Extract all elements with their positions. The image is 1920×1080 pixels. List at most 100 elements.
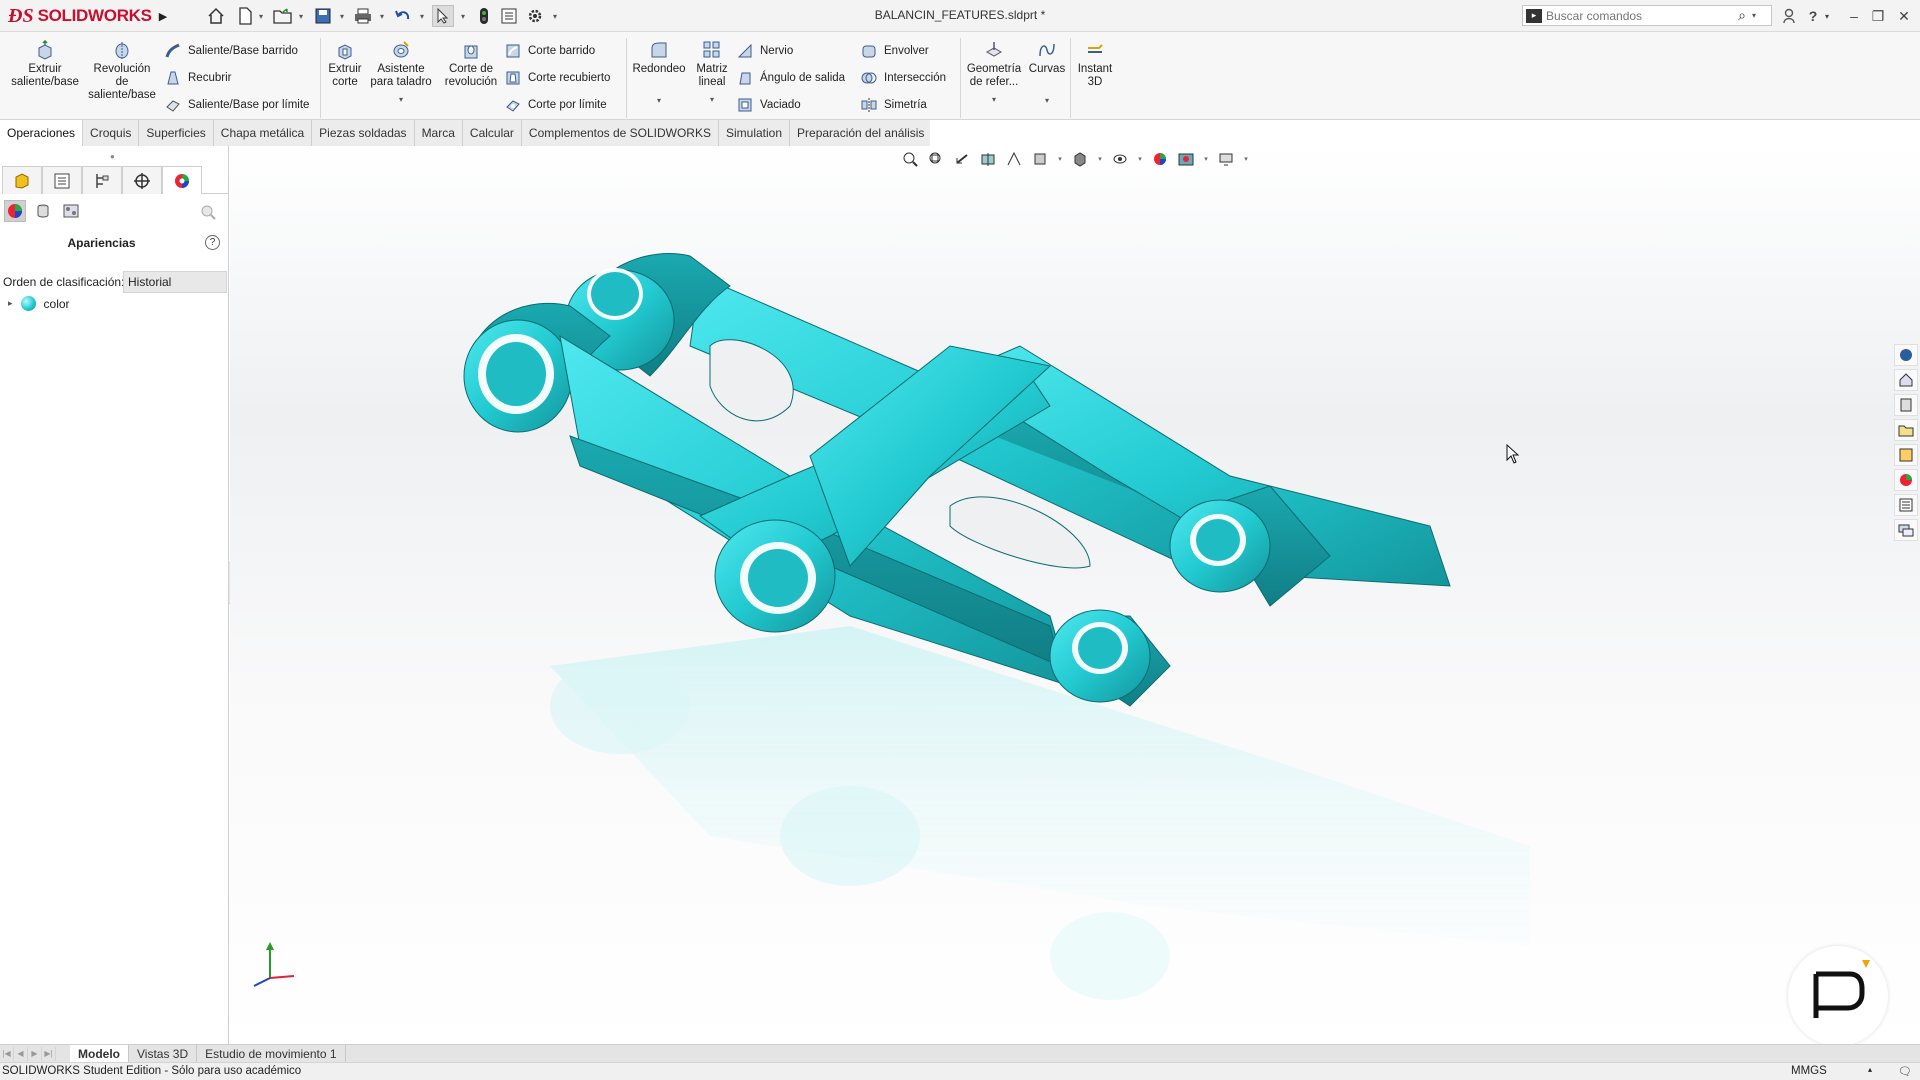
design-library-icon[interactable] xyxy=(1894,394,1918,416)
tab-5[interactable]: Marca xyxy=(414,120,463,146)
boundary-cut-button[interactable]: Corte por límite xyxy=(504,96,607,114)
loft-cut-button[interactable]: Corte recubierto xyxy=(504,69,610,87)
save-dropdown-icon[interactable]: ▾ xyxy=(337,5,347,27)
shell-button[interactable]: Vaciado xyxy=(736,96,801,114)
units-dropdown-icon[interactable]: ▴ xyxy=(1868,1065,1872,1074)
help-dropdown-icon[interactable]: ▾ xyxy=(1822,6,1832,26)
curves-dropdown-icon[interactable]: ▾ xyxy=(1045,94,1049,107)
bottom-tab-0[interactable]: Modelo xyxy=(70,1044,129,1063)
edit-appearance-icon[interactable] xyxy=(1150,149,1170,169)
extrude-boss-button[interactable]: Extruir saliente/base xyxy=(8,40,82,89)
rib-button[interactable]: Nervio xyxy=(736,42,793,60)
undo-icon[interactable] xyxy=(392,5,414,27)
last-tab-arrow-icon[interactable]: ▶| xyxy=(42,1046,56,1061)
close-window-icon[interactable]: ✕ xyxy=(1896,6,1912,26)
bottom-tab-2[interactable]: Estudio de movimiento 1 xyxy=(197,1044,346,1063)
mirror-button[interactable]: Simetría xyxy=(860,96,927,114)
view-palette-icon[interactable] xyxy=(1894,444,1918,466)
forum-icon[interactable] xyxy=(1894,519,1918,541)
zoom-to-area-icon[interactable] xyxy=(926,149,946,169)
previous-view-icon[interactable] xyxy=(952,149,972,169)
apply-scene-icon[interactable] xyxy=(1176,149,1196,169)
rebuild-icon[interactable] xyxy=(474,5,494,27)
curves-button[interactable]: Curvas ▾ xyxy=(1028,40,1066,107)
home-icon[interactable] xyxy=(205,5,227,27)
select-dropdown-icon[interactable]: ▾ xyxy=(458,5,468,27)
section-view-icon[interactable] xyxy=(978,149,998,169)
search-dropdown-icon[interactable]: ▾ xyxy=(1752,11,1756,20)
fillet-button[interactable]: Redondeo ▾ xyxy=(630,40,688,107)
new-document-icon[interactable] xyxy=(235,5,255,27)
open-folder-icon[interactable] xyxy=(272,5,294,27)
print-icon[interactable] xyxy=(352,5,374,27)
appearances-scenes-icon[interactable] xyxy=(1894,469,1918,491)
graphics-area[interactable]: ▾ ▾ ▾ ▾ ▾ xyxy=(230,146,1920,1044)
property-manager-tab-icon[interactable] xyxy=(42,166,82,194)
prev-tab-arrow-icon[interactable]: ◀ xyxy=(14,1046,28,1061)
open-dropdown-icon[interactable]: ▾ xyxy=(296,5,306,27)
select-pointer-icon[interactable] xyxy=(432,5,454,27)
view-orientation-dropdown-icon[interactable]: ▾ xyxy=(1056,149,1064,169)
appearance-tree-item[interactable]: ▸ color xyxy=(8,296,70,311)
units-selector[interactable]: MMGS xyxy=(1791,1065,1827,1077)
reference-geometry-dropdown-icon[interactable]: ▾ xyxy=(992,93,996,106)
expand-arrow-icon[interactable]: ▸ xyxy=(8,298,13,309)
extrude-cut-button[interactable]: Extruir corte xyxy=(324,40,366,89)
linear-pattern-button[interactable]: Matriz lineal ▾ xyxy=(692,40,732,106)
configuration-manager-tab-icon[interactable] xyxy=(82,166,122,194)
revolve-boss-button[interactable]: Revolución de saliente/base xyxy=(86,40,158,102)
display-style-icon[interactable] xyxy=(1070,149,1090,169)
options-dropdown-icon[interactable]: ▾ xyxy=(550,5,560,27)
wrap-button[interactable]: Envolver xyxy=(860,42,929,60)
feature-manager-tab-icon[interactable] xyxy=(2,166,42,194)
file-explorer-icon[interactable] xyxy=(1894,419,1918,441)
dimxpert-tab-icon[interactable] xyxy=(122,166,162,194)
sort-order-select[interactable]: Historial xyxy=(123,271,227,293)
dynamic-annotation-icon[interactable] xyxy=(1004,149,1024,169)
search-icon[interactable]: ⌕ xyxy=(1732,7,1752,24)
swept-cut-button[interactable]: Corte barrido xyxy=(504,42,595,60)
loft-boss-button[interactable]: Recubrir xyxy=(164,69,231,87)
solidworks-resources-icon[interactable] xyxy=(1894,344,1918,366)
view-settings-dropdown-icon[interactable]: ▾ xyxy=(1242,149,1250,169)
view-orientation-icon[interactable] xyxy=(1030,149,1050,169)
custom-properties-icon[interactable] xyxy=(1894,494,1918,516)
boundary-boss-button[interactable]: Saliente/Base por límite xyxy=(164,96,309,114)
view-settings-icon[interactable] xyxy=(1216,149,1236,169)
print-dropdown-icon[interactable]: ▾ xyxy=(377,5,387,27)
first-tab-arrow-icon[interactable]: |◀ xyxy=(0,1046,14,1061)
tab-9[interactable]: Preparación del análisis xyxy=(790,120,933,146)
search-input[interactable] xyxy=(1546,8,1732,23)
hide-show-dropdown-icon[interactable]: ▾ xyxy=(1136,149,1144,169)
tooltip-bubble-icon[interactable]: 🗨 xyxy=(1898,1065,1912,1078)
zoom-to-fit-icon[interactable] xyxy=(900,149,920,169)
swept-boss-button[interactable]: Saliente/Base barrido xyxy=(164,42,298,60)
solidworks-logo[interactable]: ƉS SOLIDWORKS xyxy=(8,3,153,29)
tab-6[interactable]: Calcular xyxy=(462,120,522,146)
display-style-dropdown-icon[interactable]: ▾ xyxy=(1096,149,1104,169)
hole-wizard-dropdown-icon[interactable]: ▾ xyxy=(399,93,403,106)
design-library-home-icon[interactable] xyxy=(1894,369,1918,391)
help-icon[interactable]: ? xyxy=(205,235,220,250)
hide-show-items-icon[interactable] xyxy=(1110,149,1130,169)
apply-scene-dropdown-icon[interactable]: ▾ xyxy=(1202,149,1210,169)
instant3d-button[interactable]: Instant 3D xyxy=(1074,40,1116,89)
new-dropdown-icon[interactable]: ▾ xyxy=(256,5,266,27)
save-icon[interactable] xyxy=(312,5,334,27)
help-question-icon[interactable]: ? xyxy=(1806,6,1820,26)
command-search-box[interactable]: ▸ ⌕ ▾ xyxy=(1522,5,1772,26)
draft-button[interactable]: Ángulo de salida xyxy=(736,69,845,87)
rocker-arm-model[interactable] xyxy=(230,146,1920,1044)
bottom-tab-1[interactable]: Vistas 3D xyxy=(129,1044,198,1063)
hole-wizard-button[interactable]: Asistente para taladro ▾ xyxy=(368,40,434,106)
tab-2[interactable]: Superficies xyxy=(139,120,214,146)
linear-pattern-dropdown-icon[interactable]: ▾ xyxy=(710,93,714,106)
scene-lights-cameras-icon[interactable] xyxy=(60,200,82,222)
appearances-view-icon[interactable] xyxy=(4,200,26,222)
file-properties-icon[interactable] xyxy=(498,5,520,27)
options-gear-icon[interactable] xyxy=(524,5,546,27)
minimize-window-icon[interactable]: – xyxy=(1846,6,1862,26)
user-account-icon[interactable] xyxy=(1780,6,1798,26)
next-tab-arrow-icon[interactable]: ▶ xyxy=(28,1046,42,1061)
display-manager-tab-icon[interactable] xyxy=(162,166,202,194)
